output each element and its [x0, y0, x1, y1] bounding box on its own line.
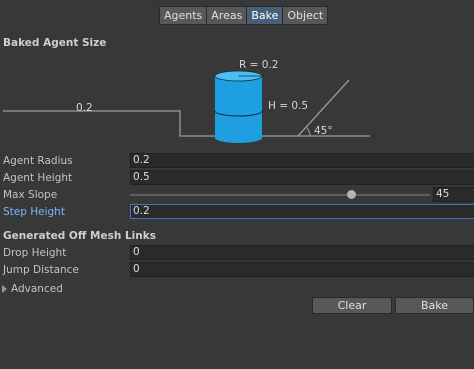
max-slope-label: Max Slope — [3, 189, 58, 201]
clear-button[interactable]: Clear — [312, 297, 392, 314]
foldout-arrow-icon — [2, 285, 7, 293]
step-label: 0.2 — [76, 102, 93, 114]
advanced-foldout[interactable]: Advanced — [2, 283, 63, 295]
agent-cylinder — [214, 70, 263, 143]
advanced-label: Advanced — [11, 283, 63, 295]
tab-bake[interactable]: Bake — [246, 6, 284, 25]
agent-radius-label: Agent Radius — [3, 155, 73, 167]
height-label: H = 0.5 — [268, 100, 308, 112]
drop-height-label: Drop Height — [3, 247, 67, 259]
drop-height-field[interactable]: 0 — [130, 245, 474, 260]
baked-agent-size-title: Baked Agent Size — [3, 37, 107, 49]
agent-radius-field[interactable]: 0.2 — [130, 153, 474, 168]
slope-label: 45° — [314, 125, 333, 137]
agent-height-field[interactable]: 0.5 — [130, 170, 474, 185]
max-slope-slider-thumb[interactable] — [347, 190, 356, 199]
radius-label: R = 0.2 — [239, 59, 278, 71]
jump-distance-label: Jump Distance — [3, 264, 79, 276]
tab-areas[interactable]: Areas — [206, 6, 248, 25]
tab-agents[interactable]: Agents — [159, 6, 208, 25]
tab-object[interactable]: Object — [282, 6, 329, 25]
step-height-label: Step Height — [3, 206, 65, 218]
bake-button[interactable]: Bake — [395, 297, 474, 314]
jump-distance-field[interactable]: 0 — [130, 262, 474, 277]
max-slope-field[interactable]: 45 — [433, 187, 474, 202]
step-height-field[interactable]: 0.2 — [130, 204, 474, 219]
agent-size-diagram: R = 0.2 H = 0.5 0.2 45° — [3, 59, 370, 143]
tab-bar: Agents Areas Bake Object — [159, 6, 329, 25]
max-slope-slider-track[interactable] — [130, 194, 430, 196]
off-mesh-links-title: Generated Off Mesh Links — [3, 230, 156, 242]
agent-height-label: Agent Height — [3, 172, 73, 184]
slope-arc — [305, 126, 311, 137]
